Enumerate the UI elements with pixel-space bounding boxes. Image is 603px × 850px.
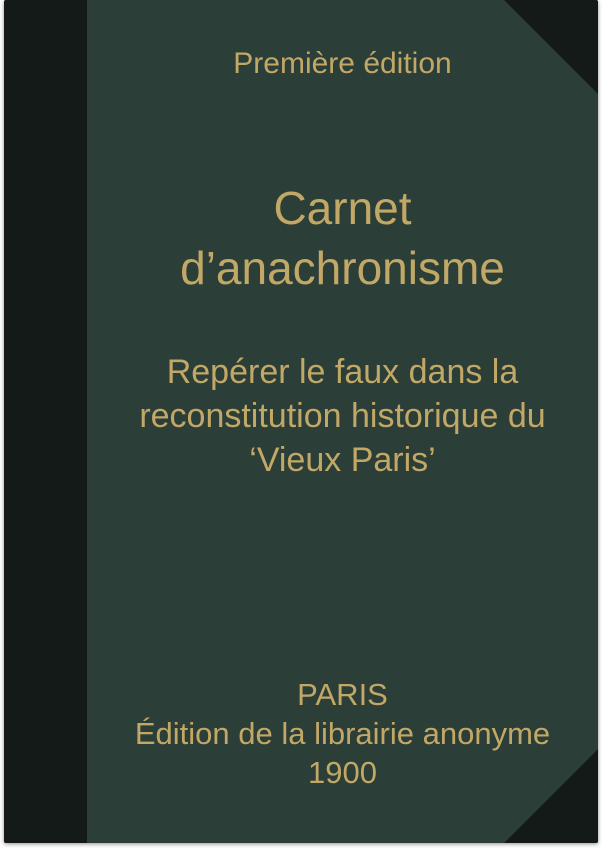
subtitle-line: Repérer le faux dans la [166,353,519,391]
publisher-imprint: PARIS Édition de la librairie anonyme 19… [87,675,598,792]
subtitle-line: reconstitution historique du [139,397,546,435]
title-line: d’anachronisme [180,242,505,294]
edition-label: Première édition [233,47,452,80]
book-cover: Première édition Carnet d’anachronisme R… [4,0,598,843]
imprint-city: PARIS [297,677,388,712]
imprint-publisher: Édition de la librairie anonyme [134,716,551,751]
imprint-year: 1900 [308,755,377,790]
title-line: Carnet [273,182,412,234]
book-subtitle: Repérer le faux dans la reconstitution h… [87,350,598,482]
book-spine [4,0,87,843]
book-title: Carnet d’anachronisme [87,178,598,298]
subtitle-line: ‘Vieux Paris’ [249,441,436,479]
